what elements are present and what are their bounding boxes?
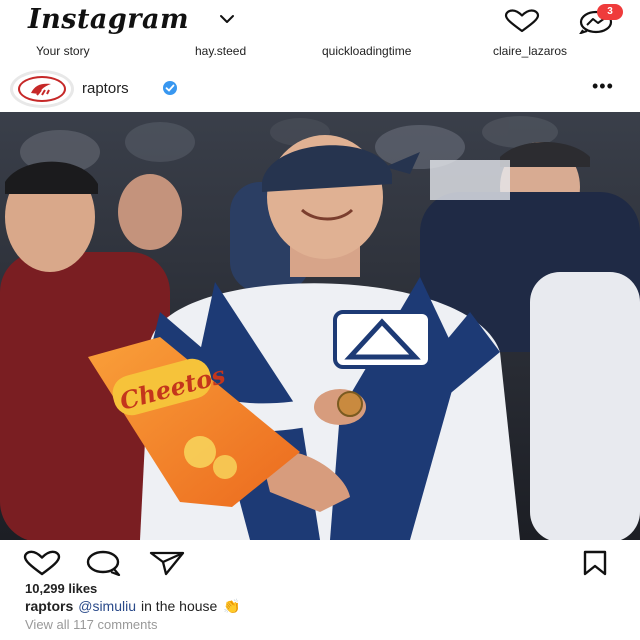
post-actions bbox=[0, 548, 640, 578]
view-comments-link[interactable]: View all 117 comments bbox=[25, 617, 157, 632]
caption-text: in the house bbox=[141, 598, 218, 614]
story-item[interactable]: Your story bbox=[36, 44, 90, 58]
top-bar: Instagram 3 bbox=[0, 0, 640, 40]
story-item[interactable]: claire_lazaros bbox=[493, 44, 567, 58]
likes-count[interactable]: 10,299 likes bbox=[25, 581, 97, 596]
share-icon[interactable] bbox=[148, 550, 186, 576]
caption-mention[interactable]: @simuliu bbox=[78, 598, 136, 614]
raptors-logo-icon bbox=[18, 76, 66, 102]
notification-badge: 3 bbox=[597, 4, 623, 20]
post-header: raptors ••• bbox=[0, 66, 640, 112]
caption-username[interactable]: raptors bbox=[25, 598, 73, 614]
post-username[interactable]: raptors bbox=[82, 80, 129, 97]
activity-heart-icon[interactable] bbox=[503, 9, 541, 33]
clap-emoji: 👏 bbox=[223, 598, 241, 614]
post-photo[interactable]: Cheetos bbox=[0, 112, 640, 540]
post-image: Cheetos bbox=[0, 112, 640, 540]
comment-icon[interactable] bbox=[84, 550, 122, 576]
story-item[interactable]: quickloadingtime bbox=[322, 44, 411, 58]
raptors-claw-icon bbox=[31, 83, 51, 96]
post-caption: raptors @simuliu in the house 👏 bbox=[25, 598, 241, 615]
instagram-logo[interactable]: Instagram bbox=[28, 4, 189, 35]
chevron-down-icon[interactable] bbox=[219, 12, 235, 26]
avatar[interactable] bbox=[10, 70, 74, 108]
more-options-button[interactable]: ••• bbox=[592, 76, 614, 97]
stories-row: Your story hay.steed quickloadingtime cl… bbox=[0, 40, 640, 64]
story-item[interactable]: hay.steed bbox=[195, 44, 246, 58]
heart-icon[interactable] bbox=[22, 550, 62, 576]
verified-badge-icon bbox=[163, 81, 177, 95]
bookmark-icon[interactable] bbox=[580, 550, 610, 576]
